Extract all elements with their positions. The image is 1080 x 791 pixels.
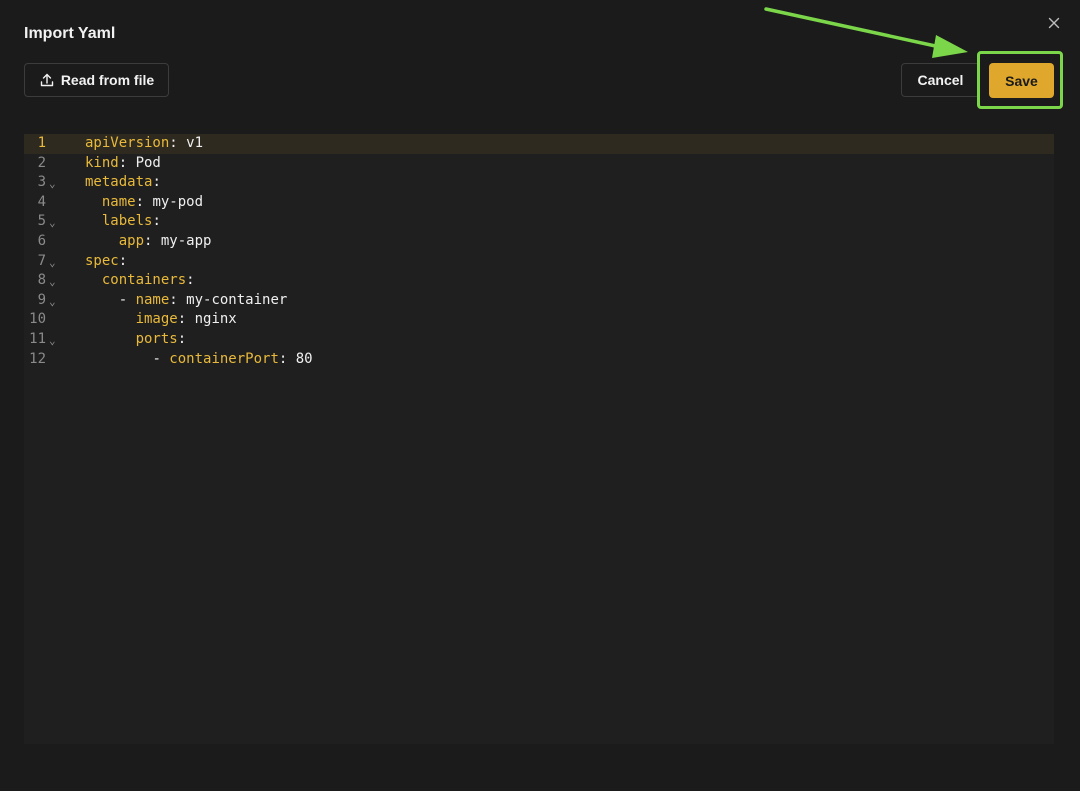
- yaml-key: containerPort: [169, 350, 279, 367]
- list-dash: -: [118, 291, 136, 308]
- fold-chevron-down-icon[interactable]: ⌄: [49, 174, 56, 194]
- cancel-button[interactable]: Cancel: [901, 63, 980, 97]
- editor-line[interactable]: 6 app: my-app: [24, 232, 1054, 252]
- upload-icon: [40, 73, 54, 87]
- list-dash: -: [152, 350, 170, 367]
- editor-line[interactable]: 9 ⌄ - name: my-container: [24, 291, 1054, 311]
- fold-chevron-down-icon[interactable]: ⌄: [49, 331, 56, 351]
- code-text: containers:: [85, 271, 195, 291]
- fold-chevron-down-icon[interactable]: ⌄: [49, 272, 56, 292]
- close-icon: [1048, 17, 1060, 29]
- yaml-value: my-app: [160, 232, 212, 249]
- code-text: metadata:: [85, 173, 161, 193]
- editor-line[interactable]: 7 ⌄ spec:: [24, 252, 1054, 272]
- line-number: 8: [37, 272, 46, 289]
- code-text: - containerPort: 80: [85, 350, 313, 370]
- yaml-key: containers: [101, 272, 187, 289]
- editor-line[interactable]: 10 image: nginx: [24, 310, 1054, 330]
- dialog-title: Import Yaml: [24, 25, 116, 42]
- line-number: 2: [37, 154, 46, 171]
- editor-line[interactable]: 2 kind: Pod: [24, 154, 1054, 174]
- yaml-key: name: [101, 193, 136, 210]
- yaml-value: my-container: [186, 291, 288, 308]
- colon: :: [135, 193, 153, 210]
- yaml-value: my-pod: [152, 193, 204, 210]
- save-button[interactable]: Save: [989, 63, 1054, 98]
- colon: :: [144, 232, 161, 249]
- colon: :: [118, 252, 128, 269]
- fold-chevron-down-icon[interactable]: ⌄: [49, 253, 56, 273]
- line-number: 1: [37, 135, 46, 151]
- colon: :: [152, 213, 161, 230]
- colon: :: [152, 174, 161, 191]
- code-text: image: nginx: [85, 310, 237, 330]
- colon: :: [177, 330, 187, 347]
- yaml-key: app: [118, 232, 145, 249]
- line-number: 3: [37, 174, 46, 191]
- line-number: 9: [37, 291, 46, 308]
- editor-line[interactable]: 11 ⌄ ports:: [24, 330, 1054, 350]
- colon: :: [177, 311, 195, 328]
- line-number: 6: [37, 232, 46, 249]
- fold-chevron-down-icon[interactable]: ⌄: [49, 292, 56, 312]
- yaml-key: kind: [85, 154, 119, 171]
- code-text: spec:: [85, 252, 127, 272]
- yaml-value: 80: [295, 350, 313, 367]
- code-text: - name: my-container: [85, 291, 288, 311]
- colon: :: [169, 135, 187, 151]
- yaml-key: image: [135, 311, 178, 328]
- editor-line[interactable]: 3 ⌄ metadata:: [24, 173, 1054, 193]
- line-number: 5: [37, 213, 46, 230]
- editor-lines: 1 apiVersion: v1 2 kind: Pod 3 ⌄ metadata: 4 na…: [24, 134, 1054, 369]
- yaml-key: labels: [101, 213, 153, 230]
- yaml-editor[interactable]: 1 apiVersion: v1 2 kind: Pod 3 ⌄ metadata: 4 na…: [24, 134, 1054, 744]
- code-text: name: my-pod: [85, 193, 203, 213]
- editor-line[interactable]: 8 ⌄ containers:: [24, 271, 1054, 291]
- code-text: labels:: [85, 212, 161, 232]
- yaml-value: nginx: [194, 311, 237, 328]
- yaml-value: v1: [186, 135, 204, 151]
- colon: :: [118, 154, 136, 171]
- editor-line[interactable]: 12 - containerPort: 80: [24, 350, 1054, 370]
- read-from-file-label: Read from file: [60, 72, 155, 88]
- code-text: ports:: [85, 330, 187, 350]
- line-number: 11: [29, 330, 46, 347]
- line-number: 12: [29, 350, 46, 367]
- yaml-key: spec: [85, 252, 119, 269]
- colon: :: [169, 291, 187, 308]
- colon: :: [186, 272, 195, 289]
- editor-line[interactable]: 5 ⌄ labels:: [24, 212, 1054, 232]
- import-yaml-dialog: Import Yaml Read from file Cancel Save 1…: [0, 0, 1080, 791]
- yaml-key: apiVersion: [85, 135, 170, 151]
- yaml-value: Pod: [135, 154, 161, 171]
- editor-line[interactable]: 1 apiVersion: v1: [24, 134, 1054, 154]
- code-text: apiVersion: v1: [85, 134, 203, 154]
- line-number: 7: [37, 252, 46, 269]
- line-number: 4: [37, 193, 46, 210]
- annotation-arrow: [764, 7, 968, 58]
- line-number: 10: [29, 311, 46, 328]
- code-text: kind: Pod: [85, 154, 161, 174]
- yaml-key: metadata: [85, 174, 153, 191]
- fold-chevron-down-icon[interactable]: ⌄: [49, 213, 56, 233]
- read-from-file-button[interactable]: Read from file: [24, 63, 169, 97]
- colon: :: [278, 350, 296, 367]
- yaml-key: name: [135, 291, 170, 308]
- close-button[interactable]: [1045, 14, 1063, 32]
- editor-line[interactable]: 4 name: my-pod: [24, 193, 1054, 213]
- yaml-key: ports: [135, 330, 178, 347]
- code-text: app: my-app: [85, 232, 212, 252]
